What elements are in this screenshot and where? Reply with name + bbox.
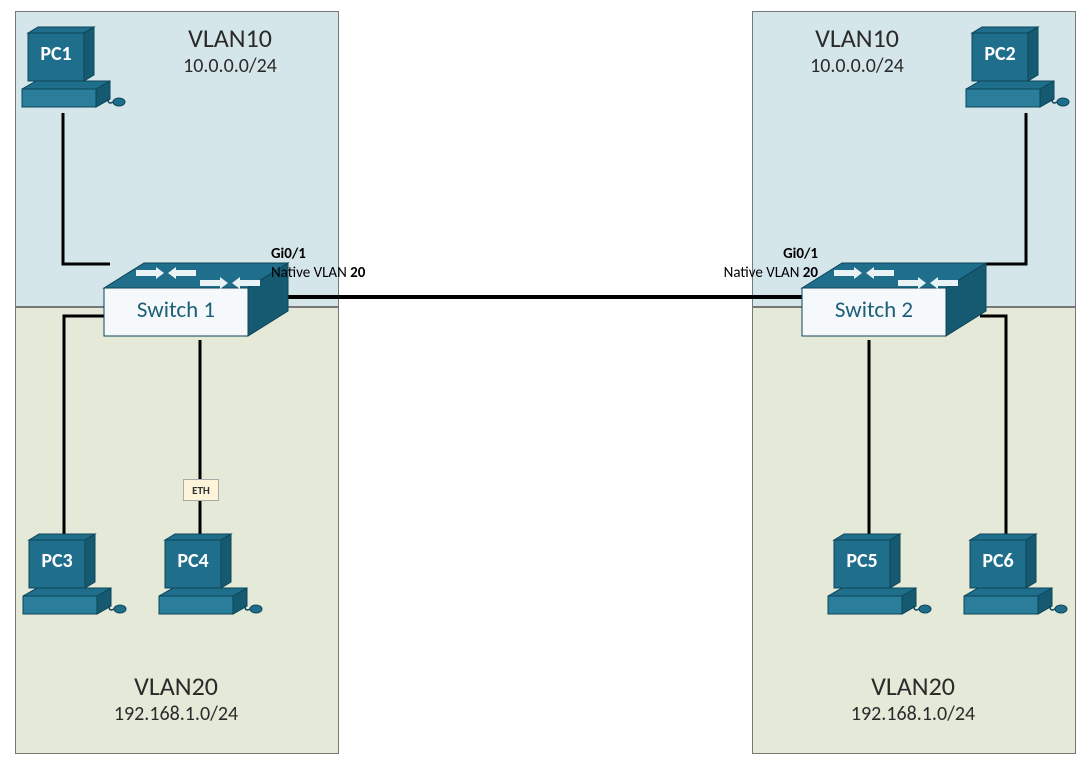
- pc3-label: PC3: [33, 549, 81, 573]
- vlan20-left-text: VLAN20 192.168.1.0/24: [76, 670, 276, 726]
- vlan20-right-title: VLAN20: [813, 670, 1013, 702]
- vlan20-right-text: VLAN20 192.168.1.0/24: [813, 670, 1013, 726]
- switch1-label: Switch 1: [104, 296, 248, 324]
- pc1-label: PC1: [32, 42, 80, 66]
- pc6-label: PC6: [974, 549, 1022, 573]
- pc4-label: PC4: [169, 549, 217, 573]
- devices-layer: [0, 0, 1083, 764]
- switch2-trunk-native: Native VLAN 20: [708, 264, 818, 283]
- vlan10-right-title: VLAN10: [757, 22, 957, 54]
- vlan20-right-cidr: 192.168.1.0/24: [813, 702, 1013, 726]
- pc2-label: PC2: [976, 42, 1024, 66]
- switch1-trunk-port: Gi0/1: [271, 245, 365, 264]
- vlan10-left-cidr: 10.0.0.0/24: [130, 54, 330, 78]
- vlan20-left-cidr: 192.168.1.0/24: [76, 702, 276, 726]
- vlan10-right-cidr: 10.0.0.0/24: [757, 54, 957, 78]
- switch2-trunk-port: Gi0/1: [708, 245, 818, 264]
- vlan10-left-text: VLAN10 10.0.0.0/24: [130, 22, 330, 78]
- vlan20-left-title: VLAN20: [76, 670, 276, 702]
- switch2-trunk-label: Gi0/1 Native VLAN 20: [708, 245, 818, 283]
- pc5-label: PC5: [838, 549, 886, 573]
- vlan10-left-title: VLAN10: [130, 22, 330, 54]
- switch1-trunk-label: Gi0/1 Native VLAN 20: [271, 245, 365, 283]
- switch1-trunk-native: Native VLAN 20: [271, 264, 365, 283]
- switch2-label: Switch 2: [802, 296, 946, 324]
- vlan10-right-text: VLAN10 10.0.0.0/24: [757, 22, 957, 78]
